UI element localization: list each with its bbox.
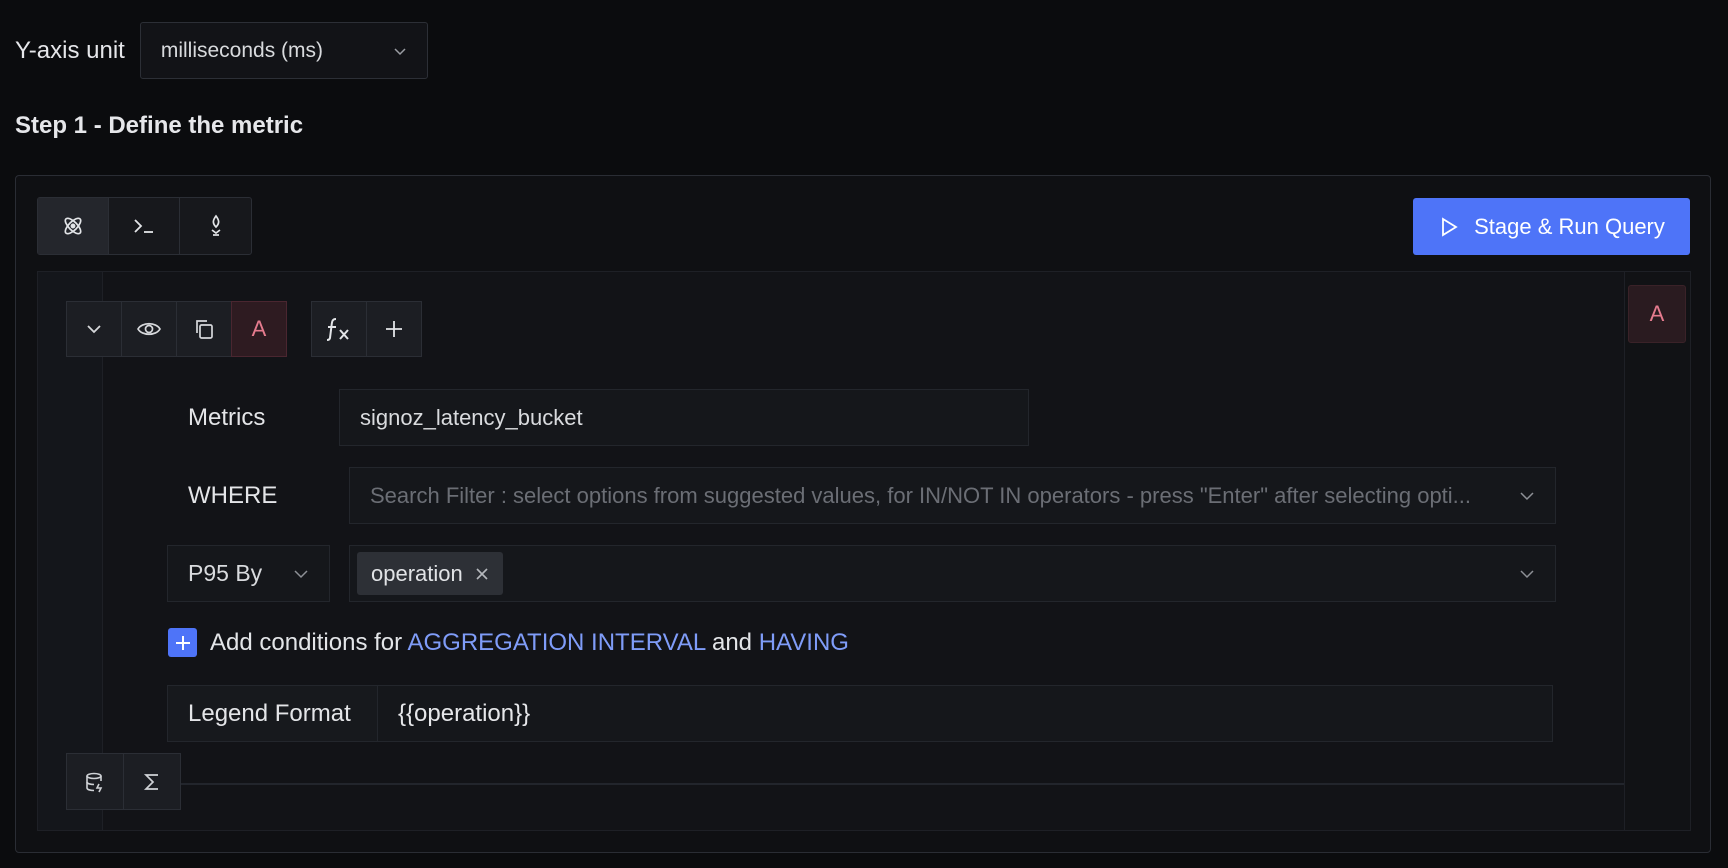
- add-query-button[interactable]: [366, 301, 422, 357]
- conditions-middle: and: [711, 628, 753, 656]
- conditions-prefix: Add conditions for: [210, 628, 403, 656]
- where-row: WHERE Search Filter : select options fro…: [188, 467, 1556, 524]
- aggregation-select[interactable]: P95 By: [167, 545, 330, 602]
- close-icon[interactable]: [475, 567, 489, 581]
- query-panel: Stage & Run Query A A Metrics signoz_lat…: [15, 175, 1711, 853]
- add-formula-button[interactable]: [123, 753, 181, 810]
- promql-icon: [210, 214, 221, 236]
- plus-icon: [175, 635, 190, 650]
- legend-format-input[interactable]: {{operation}}: [377, 685, 1553, 742]
- aggregation-interval-link[interactable]: AGGREGATION INTERVAL: [407, 629, 705, 656]
- add-conditions-button[interactable]: [168, 628, 197, 657]
- copy-icon: [196, 320, 213, 339]
- play-icon: [1442, 216, 1458, 237]
- add-function-button[interactable]: [311, 301, 367, 357]
- yaxis-unit-label: Y-axis unit: [15, 36, 125, 64]
- eye-icon: [137, 322, 161, 336]
- chevron-down-icon: [1520, 491, 1534, 500]
- metrics-label: Metrics: [188, 403, 266, 431]
- metrics-row: Metrics signoz_latency_bucket: [188, 389, 1029, 446]
- where-label: WHERE: [188, 481, 278, 509]
- query-editor: A A Metrics signoz_latency_bucket WHERE …: [37, 271, 1691, 831]
- add-query-data-button[interactable]: [66, 753, 124, 810]
- bottom-toolbar: [66, 753, 181, 810]
- stage-run-query-label: Stage & Run Query: [1474, 213, 1665, 239]
- copy-query-button[interactable]: [176, 301, 232, 357]
- yaxis-unit-select[interactable]: milliseconds (ms): [139, 22, 428, 79]
- tab-query-builder[interactable]: [38, 198, 109, 254]
- query-builder-icon: [64, 217, 82, 235]
- plus-icon: [386, 321, 402, 337]
- chevron-down-icon: [1520, 569, 1534, 578]
- chevron-down-icon: [87, 325, 101, 334]
- query-extra-toolbar: [311, 301, 422, 357]
- query-toolbar: A: [66, 301, 287, 357]
- toggle-visibility-button[interactable]: [121, 301, 177, 357]
- yaxis-unit-value: milliseconds (ms): [160, 38, 324, 62]
- legend-format-label: Legend Format: [167, 685, 377, 742]
- function-icon: [326, 318, 349, 341]
- query-name-badge-side[interactable]: A: [1628, 285, 1686, 343]
- legend-format-row: Legend Format {{operation}}: [167, 685, 1553, 742]
- aggregation-value: P95 By: [188, 560, 263, 586]
- chevron-down-icon: [294, 569, 308, 578]
- where-filter-input[interactable]: Search Filter : select options from sugg…: [349, 467, 1556, 524]
- having-link[interactable]: HAVING: [759, 629, 849, 656]
- group-by-select[interactable]: operation: [349, 545, 1556, 602]
- yaxis-unit-row: Y-axis unit milliseconds (ms): [15, 22, 428, 79]
- group-by-tag: operation: [357, 552, 503, 595]
- chevron-down-icon: [394, 47, 406, 55]
- query-name-badge[interactable]: A: [231, 301, 287, 357]
- group-by-tag-label: operation: [371, 560, 463, 586]
- collapse-button[interactable]: [66, 301, 122, 357]
- database-icon: [86, 772, 103, 792]
- tab-promql[interactable]: [180, 198, 251, 254]
- query-right-rail: A: [1624, 272, 1690, 830]
- divider: [103, 783, 1624, 785]
- sigma-icon: [143, 773, 158, 790]
- query-mode-tabs: [37, 197, 252, 255]
- group-by-row: P95 By operation: [167, 545, 1556, 602]
- where-filter-placeholder: Search Filter : select options from sugg…: [370, 482, 1472, 508]
- step-title: Step 1 - Define the metric: [15, 112, 304, 139]
- stage-run-query-button[interactable]: Stage & Run Query: [1413, 198, 1690, 255]
- terminal-icon: [134, 219, 153, 233]
- metrics-input[interactable]: signoz_latency_bucket: [339, 389, 1029, 446]
- add-conditions-row: Add conditions for AGGREGATION INTERVAL …: [168, 628, 849, 657]
- tab-clickhouse-query[interactable]: [109, 198, 180, 254]
